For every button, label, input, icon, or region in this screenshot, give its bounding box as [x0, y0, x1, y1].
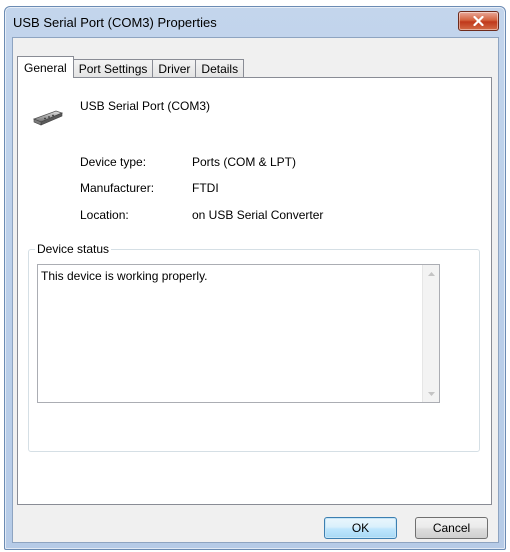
device-status-textbox[interactable]: This device is working properly.	[37, 264, 440, 403]
device-type-value: Ports (COM & LPT)	[192, 155, 297, 169]
manufacturer-value: FTDI	[192, 181, 219, 195]
close-button[interactable]	[458, 11, 499, 31]
device-status-text: This device is working properly.	[41, 269, 208, 283]
scroll-down-arrow-icon	[427, 391, 435, 396]
tab-driver[interactable]: Driver	[152, 59, 197, 78]
manufacturer-label: Manufacturer:	[80, 181, 155, 195]
general-tab-page: USB Serial Port (COM3) Device type: Port…	[17, 77, 492, 505]
location-label: Location:	[80, 208, 129, 222]
scroll-up-arrow-icon	[427, 271, 435, 276]
scroll-up-button[interactable]	[423, 265, 439, 282]
ok-button[interactable]: OK	[324, 517, 397, 539]
tab-port-settings[interactable]: Port Settings	[72, 59, 154, 78]
cancel-button[interactable]: Cancel	[415, 517, 488, 539]
device-status-label: Device status	[35, 242, 112, 256]
dialog-client-area: General Port Settings Driver Details USB…	[12, 37, 499, 543]
tab-general[interactable]: General	[17, 56, 74, 78]
tab-strip: General Port Settings Driver Details	[17, 56, 245, 78]
device-name: USB Serial Port (COM3)	[80, 99, 211, 113]
device-type-label: Device type:	[80, 155, 147, 169]
properties-window: USB Serial Port (COM3) Properties Genera…	[4, 6, 506, 550]
tab-details[interactable]: Details	[195, 59, 245, 78]
close-icon	[473, 16, 484, 26]
serial-port-connector-icon	[32, 110, 64, 126]
window-title: USB Serial Port (COM3) Properties	[13, 15, 217, 30]
device-status-group: Device status This device is working pro…	[28, 242, 480, 452]
status-scrollbar[interactable]	[422, 265, 439, 402]
scroll-down-button[interactable]	[423, 385, 439, 402]
location-value: on USB Serial Converter	[192, 208, 324, 222]
title-bar[interactable]: USB Serial Port (COM3) Properties	[5, 7, 505, 37]
